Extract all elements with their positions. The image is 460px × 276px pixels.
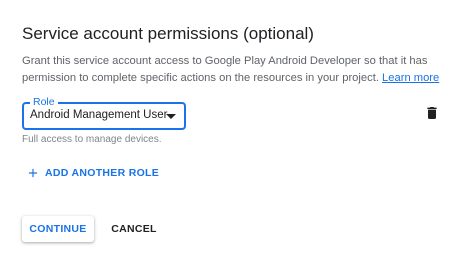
role-value: Android Management User — [30, 109, 168, 121]
trash-icon[interactable] — [424, 105, 440, 121]
section-title: Service account permissions (optional) — [22, 24, 314, 43]
permissions-panel: Service account permissions (optional) G… — [0, 0, 460, 276]
cancel-button[interactable]: CANCEL — [106, 216, 162, 242]
section-description: Grant this service account access to Goo… — [22, 53, 447, 87]
role-select[interactable]: Role Android Management User — [22, 95, 186, 130]
plus-icon — [28, 168, 38, 178]
add-role-label: ADD ANOTHER ROLE — [45, 167, 160, 179]
learn-more-link[interactable]: Learn more — [382, 72, 439, 84]
continue-button[interactable]: CONTINUE — [22, 216, 94, 242]
dropdown-arrow-icon — [166, 114, 176, 119]
role-label: Role — [30, 95, 58, 109]
add-another-role-button[interactable]: ADD ANOTHER ROLE — [26, 160, 159, 186]
role-hint: Full access to manage devices. — [22, 134, 162, 145]
description-text: Grant this service account access to Goo… — [22, 55, 428, 84]
